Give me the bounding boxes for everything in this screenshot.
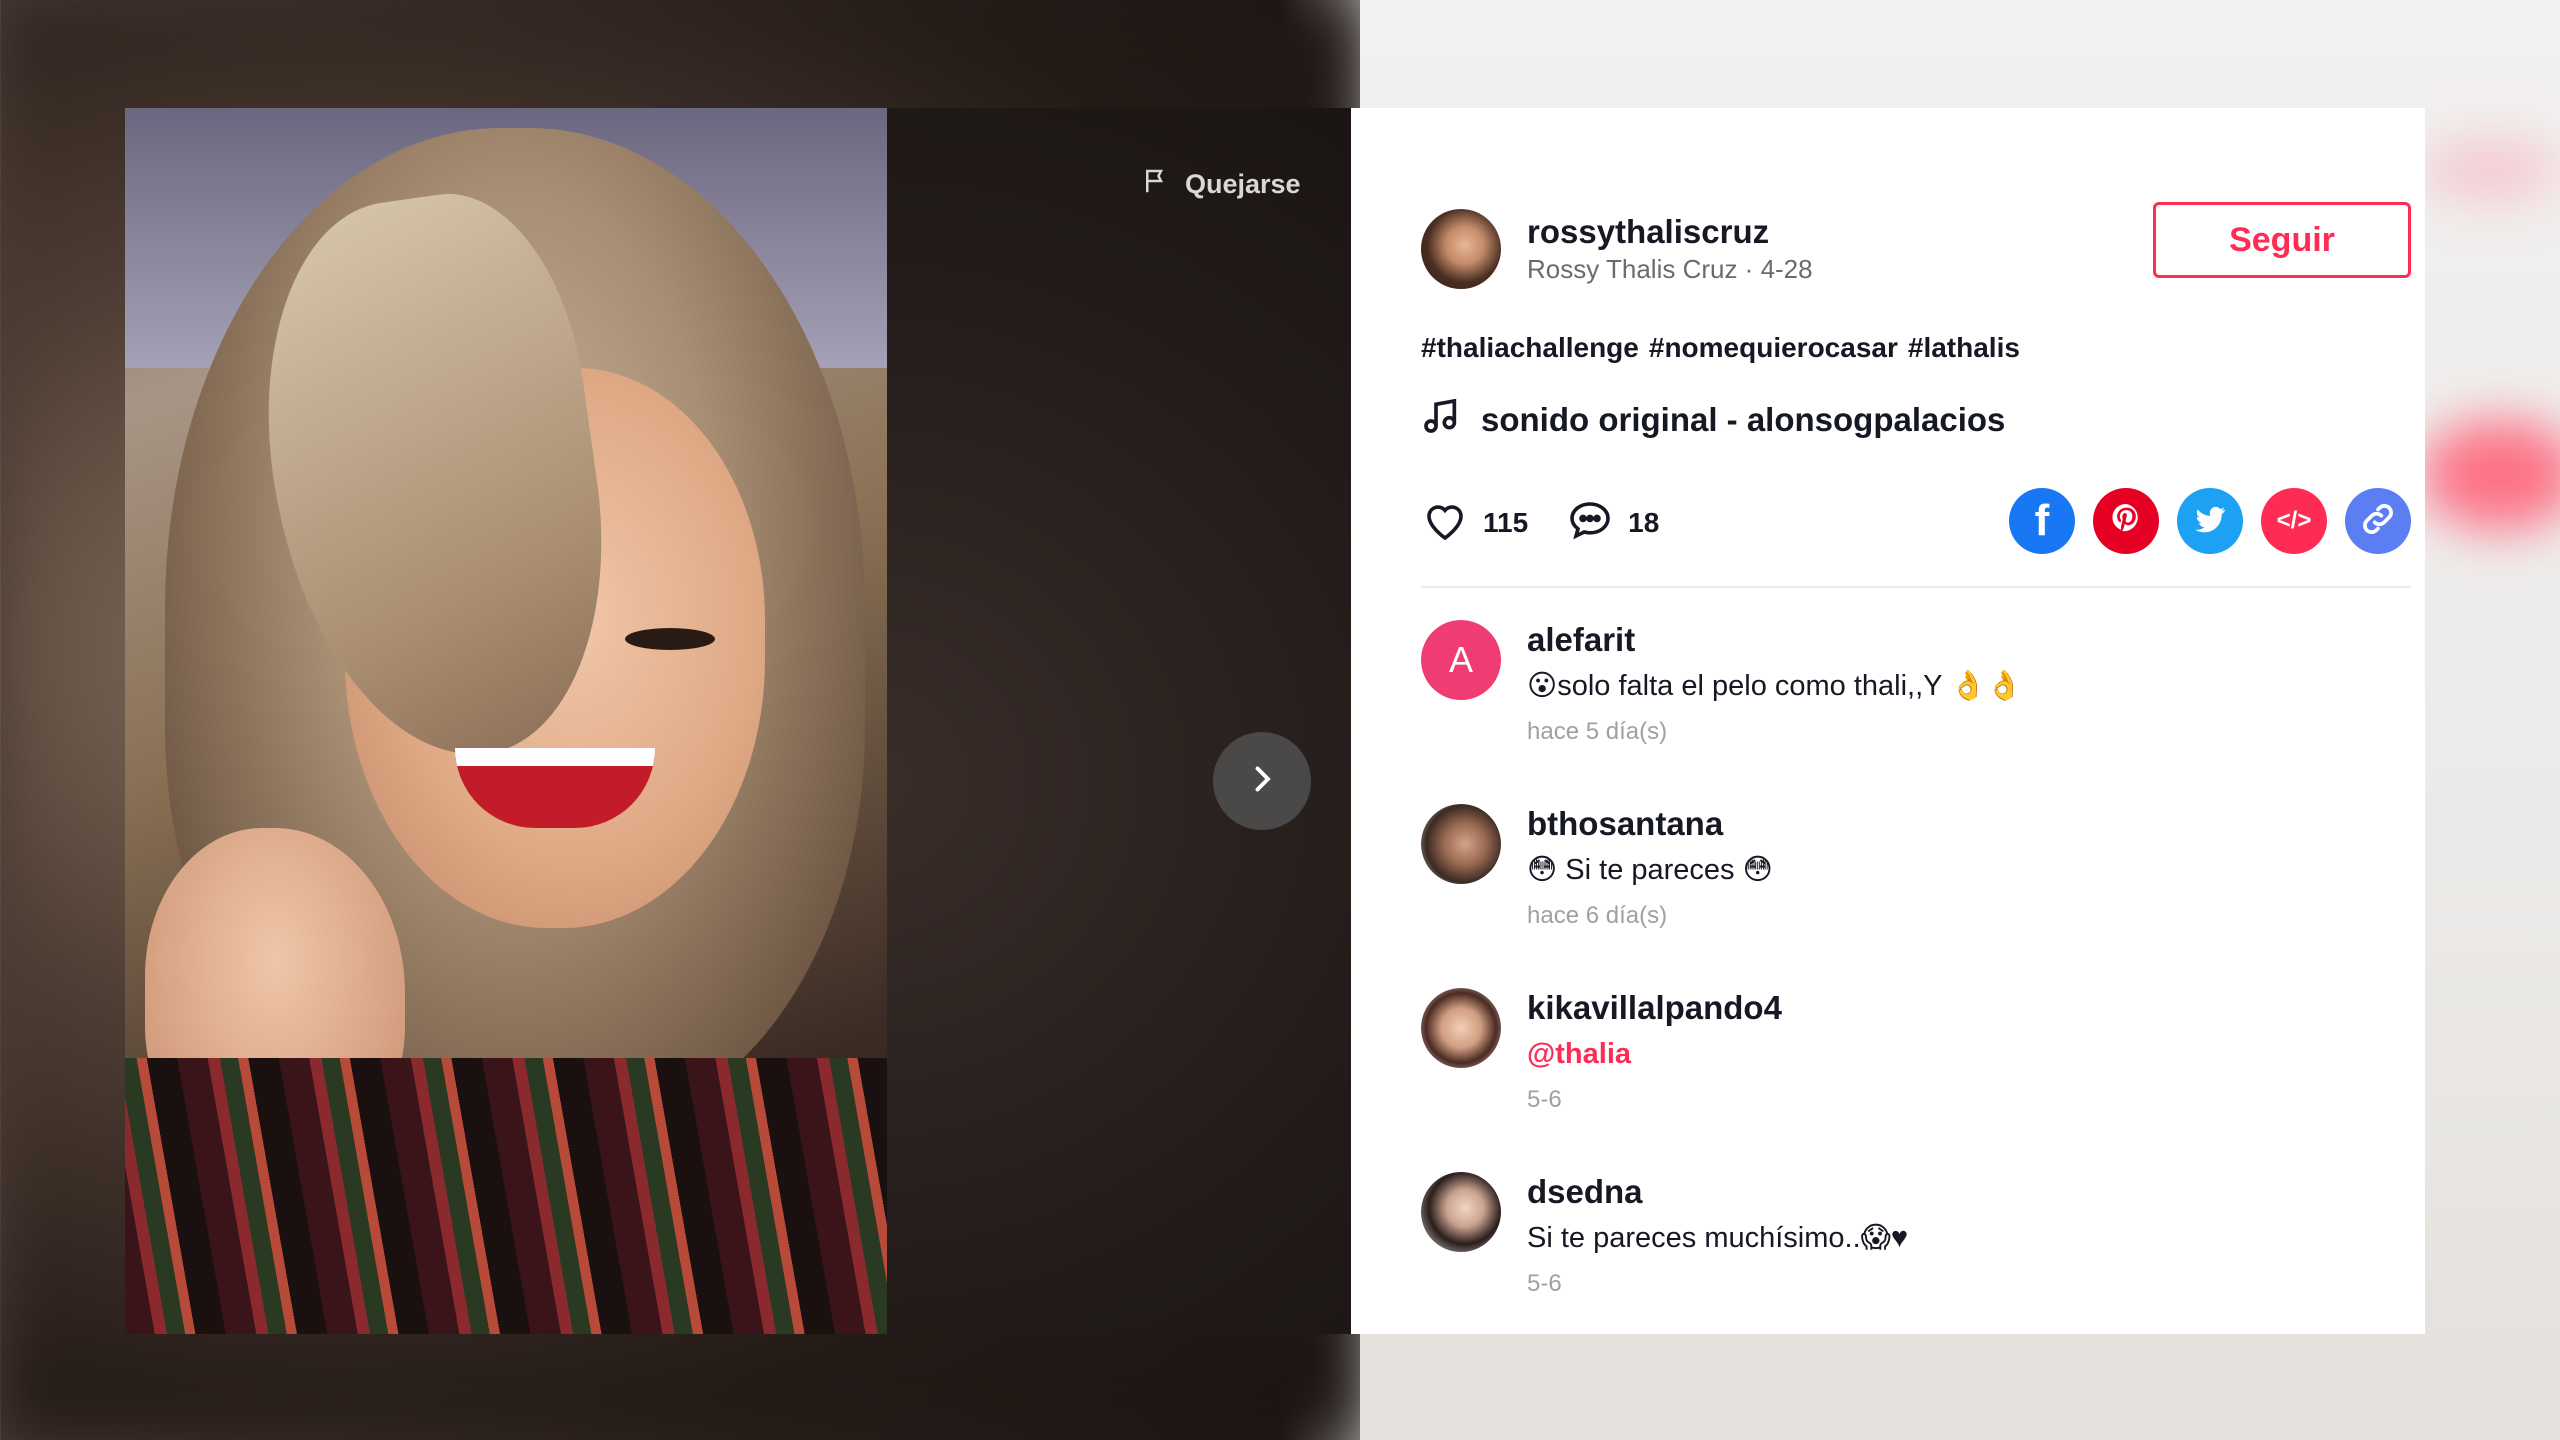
commenter-username[interactable]: kikavillalpando4 bbox=[1527, 988, 1782, 1028]
comment-bubble-icon bbox=[1566, 496, 1628, 551]
copy-link-button[interactable] bbox=[2345, 488, 2411, 554]
next-video-button[interactable] bbox=[1213, 732, 1311, 830]
details-panel: rossythaliscruz Rossy Thalis Cruz · 4-28… bbox=[1351, 108, 2425, 1334]
report-button[interactable]: Quejarse bbox=[1141, 166, 1301, 203]
flag-icon bbox=[1141, 166, 1171, 203]
chevron-right-icon bbox=[1244, 761, 1280, 802]
commenter-username[interactable]: bthosantana bbox=[1527, 804, 1773, 844]
embed-code-icon: </> bbox=[2276, 507, 2312, 534]
author-header: rossythaliscruz Rossy Thalis Cruz · 4-28… bbox=[1421, 202, 2411, 292]
share-icons: f </> bbox=[2009, 488, 2411, 554]
comment-item: A alefarit 😮solo falta el pelo como thal… bbox=[1421, 620, 2411, 804]
video-player[interactable]: Quejarse bbox=[125, 108, 1351, 1334]
follow-button[interactable]: Seguir bbox=[2153, 202, 2411, 278]
commenter-avatar[interactable]: A bbox=[1421, 620, 1501, 700]
hashtag-list: #thaliachallenge #nomequierocasar #latha… bbox=[1421, 332, 2411, 364]
comment-count: 18 bbox=[1628, 507, 1660, 538]
comment-mention-link[interactable]: @thalia bbox=[1527, 1028, 1782, 1080]
share-embed-button[interactable]: </> bbox=[2261, 488, 2327, 554]
share-pinterest-button[interactable] bbox=[2093, 488, 2159, 554]
stats-row: 115 18 f </> bbox=[1421, 488, 2411, 558]
video-frame-selfie[interactable] bbox=[125, 108, 887, 1334]
report-label: Quejarse bbox=[1185, 169, 1301, 199]
comment-text: 😮solo falta el pelo como thali,,Y 👌👌 bbox=[1527, 670, 2023, 702]
comment-button[interactable]: 18 bbox=[1566, 496, 1659, 551]
like-button[interactable]: 115 bbox=[1421, 496, 1528, 551]
music-title: sonido original - alonsogpalacios bbox=[1481, 401, 2006, 438]
like-count: 115 bbox=[1483, 507, 1529, 538]
share-twitter-button[interactable] bbox=[2177, 488, 2243, 554]
comment-time: 5-6 bbox=[1527, 1270, 1562, 1297]
comment-list: A alefarit 😮solo falta el pelo como thal… bbox=[1421, 620, 2411, 1334]
commenter-avatar[interactable] bbox=[1421, 988, 1501, 1068]
pinterest-icon bbox=[2106, 499, 2146, 544]
commenter-avatar[interactable] bbox=[1421, 804, 1501, 884]
author-subline: Rossy Thalis Cruz · 4-28 bbox=[1527, 254, 1813, 284]
heart-icon bbox=[1421, 496, 1483, 551]
twitter-icon bbox=[2190, 499, 2230, 544]
hashtag-link[interactable]: #thaliachallenge bbox=[1421, 332, 1639, 364]
comment-time: hace 5 día(s) bbox=[1527, 718, 1668, 745]
divider bbox=[1421, 586, 2411, 588]
comment-text: 😳 Si te pareces 😳 bbox=[1527, 854, 1773, 886]
comment-text: Si te pareces muchísimo..😱♥ bbox=[1527, 1222, 1909, 1254]
commenter-username[interactable]: dsedna bbox=[1527, 1172, 1908, 1212]
share-facebook-button[interactable]: f bbox=[2009, 488, 2075, 554]
music-link[interactable]: sonido original - alonsogpalacios bbox=[1421, 396, 2411, 444]
comment-item: dsedna Si te pareces muchísimo..😱♥ 5-6 bbox=[1421, 1172, 2411, 1334]
video-modal: Quejarse rossythaliscruz Rossy Thalis Cr… bbox=[125, 108, 2425, 1334]
comment-item: bthosantana 😳 Si te pareces 😳 hace 6 día… bbox=[1421, 804, 2411, 988]
facebook-icon: f bbox=[2034, 496, 2050, 545]
comment-time: 5-6 bbox=[1527, 1086, 1562, 1113]
hashtag-link[interactable]: #lathalis bbox=[1908, 332, 2020, 364]
comment-time: hace 6 día(s) bbox=[1527, 902, 1668, 929]
link-icon bbox=[2358, 499, 2398, 544]
hashtag-link[interactable]: #nomequierocasar bbox=[1649, 332, 1898, 364]
commenter-avatar[interactable] bbox=[1421, 1172, 1501, 1252]
background-blur-accent-top bbox=[2420, 140, 2560, 200]
music-note-icon bbox=[1421, 396, 1481, 444]
author-avatar[interactable] bbox=[1421, 209, 1501, 289]
author-username[interactable]: rossythaliscruz bbox=[1527, 212, 1813, 252]
comment-item: kikavillalpando4 @thalia 5-6 bbox=[1421, 988, 2411, 1172]
commenter-username[interactable]: alefarit bbox=[1527, 620, 2022, 660]
